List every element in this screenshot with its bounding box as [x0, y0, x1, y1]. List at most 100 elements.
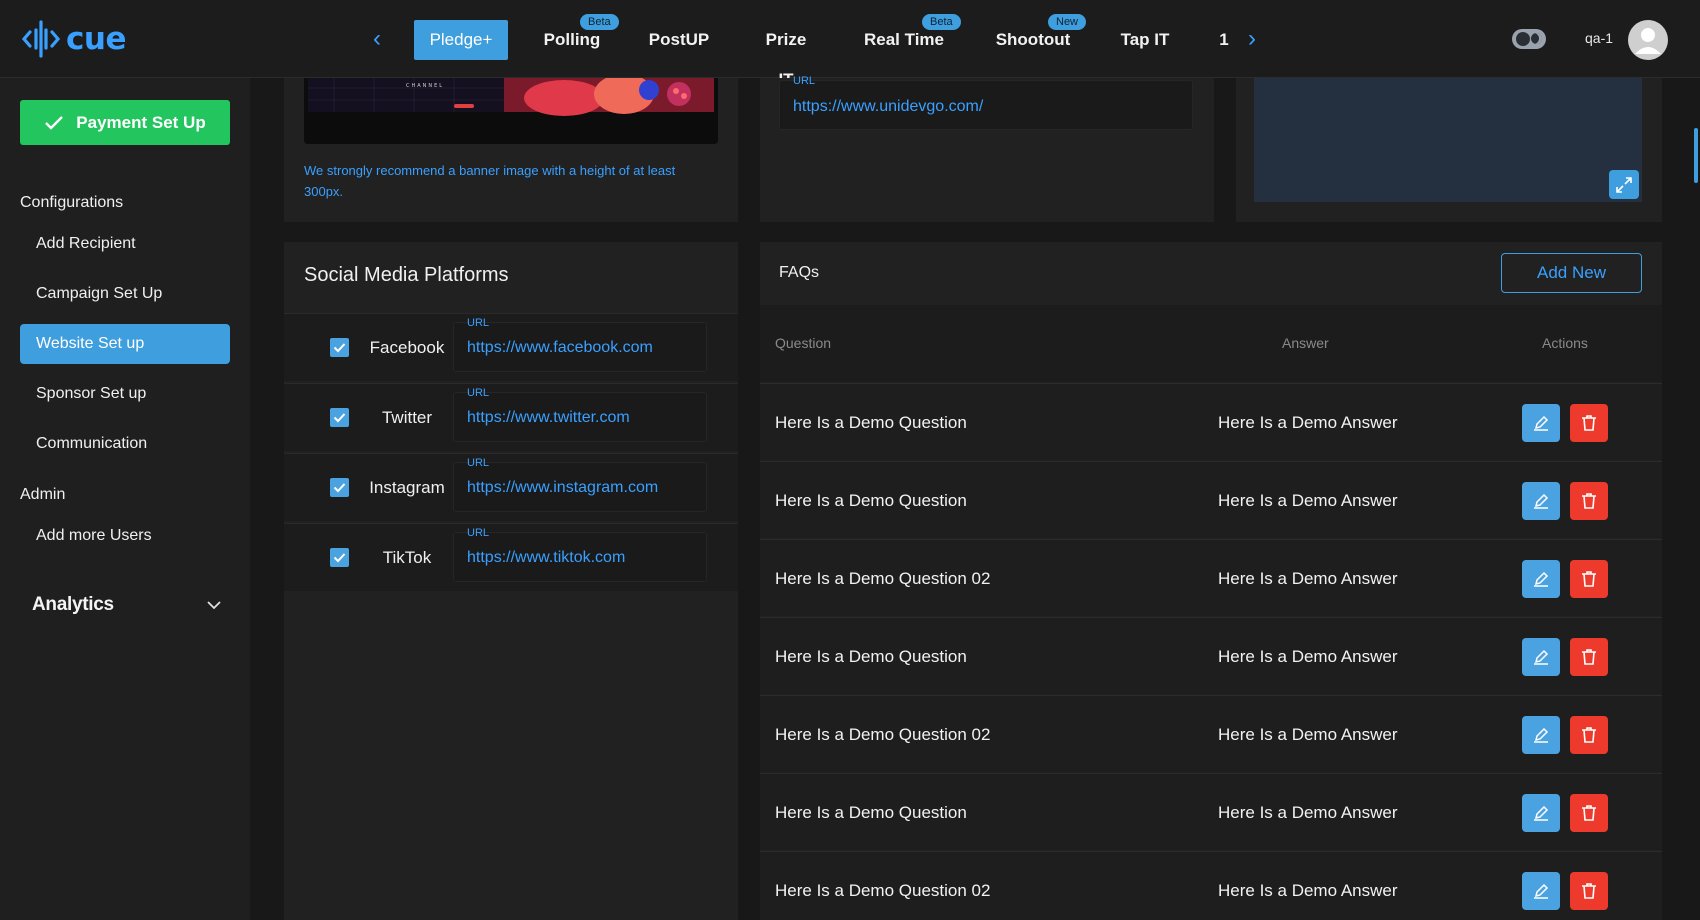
instagram-url-field[interactable]: URL https://www.instagram.com [453, 457, 707, 512]
tiktok-url-field[interactable]: URL https://www.tiktok.com [453, 527, 707, 582]
website-url-value: https://www.unidevgo.com/ [793, 98, 984, 115]
trash-icon[interactable] [1570, 794, 1608, 832]
platform-name: Twitter [381, 408, 433, 427]
platform-name: Facebook [369, 338, 445, 357]
instagram-checkbox[interactable] [330, 478, 349, 497]
sidebar-item-sponsor-setup[interactable]: Sponsor Set up [20, 374, 230, 414]
table-row: Here Is a Demo Question Here Is a Demo A… [760, 617, 1662, 694]
sidebar: Payment Set Up Configurations Add Recipi… [0, 78, 250, 920]
sidebar-item-add-recipient[interactable]: Add Recipient [20, 224, 230, 264]
tiktok-checkbox[interactable] [330, 548, 349, 567]
tiktok-url-value: https://www.tiktok.com [467, 549, 626, 566]
faq-answer: Here Is a Demo Answer [1218, 881, 1398, 900]
banner-recommendation-note: We strongly recommend a banner image wit… [304, 163, 676, 199]
user-avatar-icon[interactable] [1628, 20, 1668, 60]
faq-answer: Here Is a Demo Answer [1218, 413, 1398, 432]
brand-name: cue [66, 21, 126, 57]
sidebar-item-communication[interactable]: Communication [20, 424, 230, 464]
edit-icon[interactable] [1522, 638, 1560, 676]
twitter-url-field[interactable]: URL https://www.twitter.com [453, 387, 707, 442]
facebook-url-field[interactable]: URL https://www.facebook.com [453, 317, 707, 372]
tab-shootout[interactable]: Shootout New [994, 14, 1087, 60]
faq-answer: Here Is a Demo Answer [1218, 569, 1398, 588]
faqs-title: FAQs [779, 264, 820, 281]
social-row-facebook: Facebook URL https://www.facebook.com [284, 313, 738, 381]
analytics-dropdown[interactable]: Analytics [32, 590, 222, 620]
twitter-checkbox[interactable] [330, 408, 349, 427]
tab-postup[interactable]: PostUP [648, 20, 710, 60]
trash-icon[interactable] [1570, 404, 1608, 442]
faq-answer: Here Is a Demo Answer [1218, 803, 1398, 822]
moon-icon [1531, 33, 1542, 44]
faq-question: Here Is a Demo Question 02 [775, 881, 991, 900]
add-new-faq-button[interactable]: Add New [1501, 253, 1642, 293]
edit-icon[interactable] [1522, 716, 1560, 754]
admin-heading: Admin [20, 486, 66, 503]
facebook-checkbox[interactable] [330, 338, 349, 357]
new-badge: New [1048, 14, 1087, 30]
faq-question: Here Is a Demo Question 02 [775, 725, 991, 744]
chevron-right-icon[interactable]: › [1240, 26, 1264, 52]
edit-icon[interactable] [1522, 404, 1560, 442]
media-preview [1254, 78, 1642, 202]
faq-question: Here Is a Demo Question [775, 803, 967, 822]
sidebar-item-campaign-setup[interactable]: Campaign Set Up [20, 274, 230, 314]
website-url-field[interactable]: URL https://www.unidevgo.com/ [779, 75, 1193, 130]
sidebar-item-add-more-users[interactable]: Add more Users [20, 516, 230, 556]
check-icon [45, 115, 64, 130]
audio-wave-icon [22, 20, 60, 58]
cue-logo[interactable]: cue [22, 18, 126, 60]
faq-question: Here Is a Demo Question [775, 647, 967, 666]
beta-badge: Beta [580, 14, 619, 30]
social-row-instagram: Instagram URL https://www.instagram.com [284, 453, 738, 521]
tab-prize-it[interactable]: Prize IT [756, 20, 816, 89]
tab-1[interactable]: 1 [1216, 20, 1232, 60]
faq-question: Here Is a Demo Question [775, 491, 967, 510]
table-row: Here Is a Demo Question Here Is a Demo A… [760, 461, 1662, 538]
analytics-label: Analytics [32, 594, 114, 615]
beta-badge: Beta [922, 14, 961, 30]
table-row: Here Is a Demo Question Here Is a Demo A… [760, 773, 1662, 850]
faq-answer: Here Is a Demo Answer [1218, 647, 1398, 666]
faq-answer: Here Is a Demo Answer [1218, 491, 1398, 510]
table-row: Here Is a Demo Question 02 Here Is a Dem… [760, 851, 1662, 920]
banner-caption: CHANNEL [406, 83, 444, 89]
edit-icon[interactable] [1522, 560, 1560, 598]
expand-icon[interactable] [1609, 170, 1639, 199]
edit-icon[interactable] [1522, 794, 1560, 832]
tab-real-time[interactable]: Real Time Beta [862, 14, 961, 60]
table-row: Here Is a Demo Question 02 Here Is a Dem… [760, 695, 1662, 772]
top-navbar: cue ‹ Pledge+ PollingBeta PostUP Prize I… [0, 0, 1700, 89]
social-row-tiktok: TikTok URL https://www.tiktok.com [284, 523, 738, 591]
chevron-left-icon[interactable]: ‹ [365, 26, 389, 52]
column-answer: Answer [1282, 335, 1329, 351]
tab-pledge-plus[interactable]: Pledge+ [414, 20, 508, 60]
column-actions: Actions [1542, 335, 1588, 351]
platform-name: TikTok [382, 548, 432, 567]
social-media-title: Social Media Platforms [304, 264, 509, 286]
trash-icon[interactable] [1570, 638, 1608, 676]
payment-setup-button[interactable]: Payment Set Up [20, 100, 230, 145]
trash-icon[interactable] [1570, 872, 1608, 910]
column-question: Question [775, 335, 832, 351]
url-label: URL [467, 387, 490, 399]
sidebar-item-website-setup[interactable]: Website Set up [20, 324, 230, 364]
instagram-url-value: https://www.instagram.com [467, 479, 659, 496]
banner-image[interactable]: CHANNEL [304, 78, 718, 144]
trash-icon[interactable] [1570, 716, 1608, 754]
edit-icon[interactable] [1522, 482, 1560, 520]
tab-polling[interactable]: Polling Beta [538, 14, 619, 60]
theme-toggle[interactable] [1512, 29, 1546, 49]
tab-tap-it[interactable]: Tap IT [1118, 20, 1172, 60]
edit-icon[interactable] [1522, 872, 1560, 910]
trash-icon[interactable] [1570, 560, 1608, 598]
banner-artwork: CHANNEL [304, 78, 718, 144]
toggle-knob [1516, 32, 1530, 46]
page-scrollbar[interactable] [1694, 128, 1698, 183]
faqs-table-header: Question Answer Actions [760, 305, 1662, 382]
platform-name: Instagram [369, 478, 445, 497]
payment-setup-label: Payment Set Up [76, 112, 206, 132]
username: qa-1 [1585, 30, 1614, 46]
social-row-twitter: Twitter URL https://www.twitter.com [284, 383, 738, 451]
trash-icon[interactable] [1570, 482, 1608, 520]
